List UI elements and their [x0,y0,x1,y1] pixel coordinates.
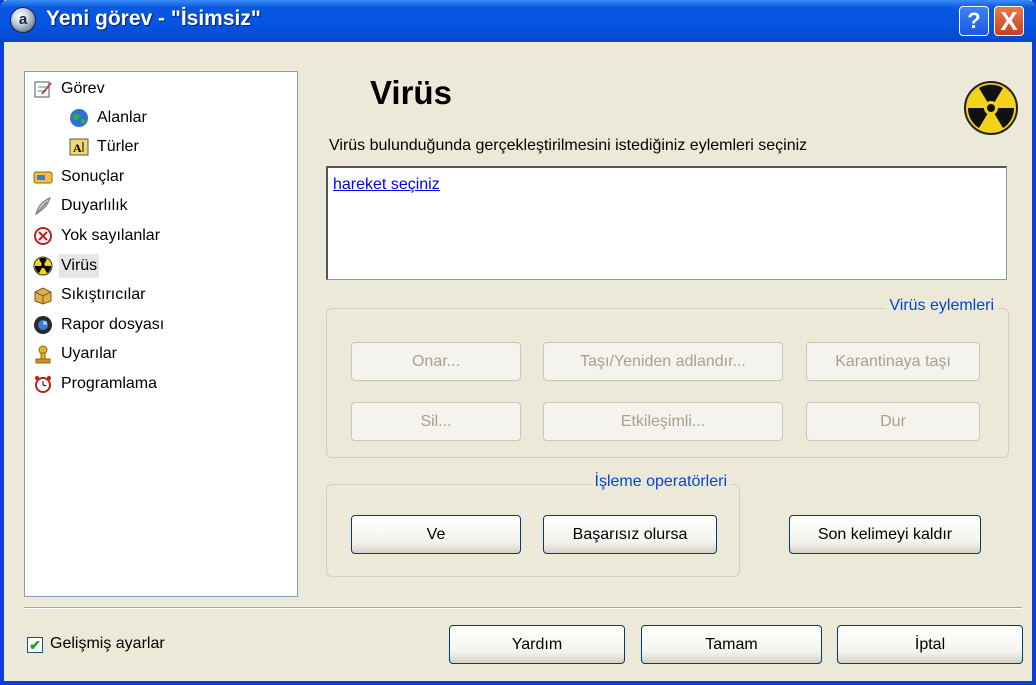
excluded-icon [33,226,53,246]
divider [24,607,1022,609]
group-legend: İşleme operatörleri [590,473,731,491]
quarantine-button[interactable]: Karantinaya taşı [806,342,980,381]
tree-item-label: Uyarılar [61,345,118,362]
instruction-text: Virüs bulunduğunda gerçekleştirilmesini … [329,137,808,154]
help-button[interactable]: Yardım [449,625,625,664]
move-rename-button[interactable]: Taşı/Yeniden adlandır... [543,342,783,381]
alarm-clock-icon [33,374,53,394]
archive-icon [33,285,53,305]
tree-item-label: Yok sayılanlar [61,227,161,244]
repair-button[interactable]: Onar... [351,342,521,381]
page-title: Virüs [370,74,452,111]
delete-button[interactable]: Sil... [351,402,521,441]
choose-action-link[interactable]: hareket seçiniz [333,176,440,194]
tree-item-label: Türler [97,138,139,155]
settings-tree[interactable]: Görev Alanlar A Türler Sonuçlar Duyarlıl… [24,71,298,597]
radiation-icon [33,256,53,276]
advanced-settings-checkbox[interactable]: ✔ [27,637,43,653]
tree-item-label: Virüs [59,254,100,278]
task-icon [33,79,53,99]
svg-text:A: A [73,141,82,155]
tree-item-label: Rapor dosyası [61,316,165,333]
types-icon: A [69,137,89,157]
cancel-button[interactable]: İptal [837,625,1023,664]
feather-icon [33,196,53,216]
and-button[interactable]: Ve [351,515,521,554]
results-icon [33,167,53,187]
title-bar[interactable]: a Yeni görev - "İsimsiz" ? X [0,0,1036,42]
globe-icon [69,108,89,128]
tree-item-label: Sonuçlar [61,168,125,185]
advanced-settings-label[interactable]: Gelişmiş ayarlar [50,635,165,653]
stop-button[interactable]: Dur [806,402,980,441]
remove-last-word-button[interactable]: Son kelimeyi kaldır [789,515,981,554]
interactive-button[interactable]: Etkileşimli... [543,402,783,441]
close-button[interactable]: X [994,6,1024,36]
actions-list[interactable]: hareket seçiniz [326,166,1007,280]
if-fail-button[interactable]: Başarısız olursa [543,515,717,554]
tree-item-label: Alanlar [97,109,147,126]
tree-item-label: Sıkıştırıcılar [61,286,146,303]
tree-item-label: Görev [61,80,105,97]
app-icon: a [10,7,36,33]
window-title: Yeni görev - "İsimsiz" [46,7,261,30]
ok-button[interactable]: Tamam [641,625,822,664]
tree-item-label: Programlama [61,375,158,392]
report-icon [33,315,53,335]
radiation-icon [963,80,1019,136]
tree-item-label: Duyarlılık [61,197,128,214]
help-title-button[interactable]: ? [959,6,989,36]
alert-icon [33,344,53,364]
group-legend: Virüs eylemleri [885,297,998,315]
